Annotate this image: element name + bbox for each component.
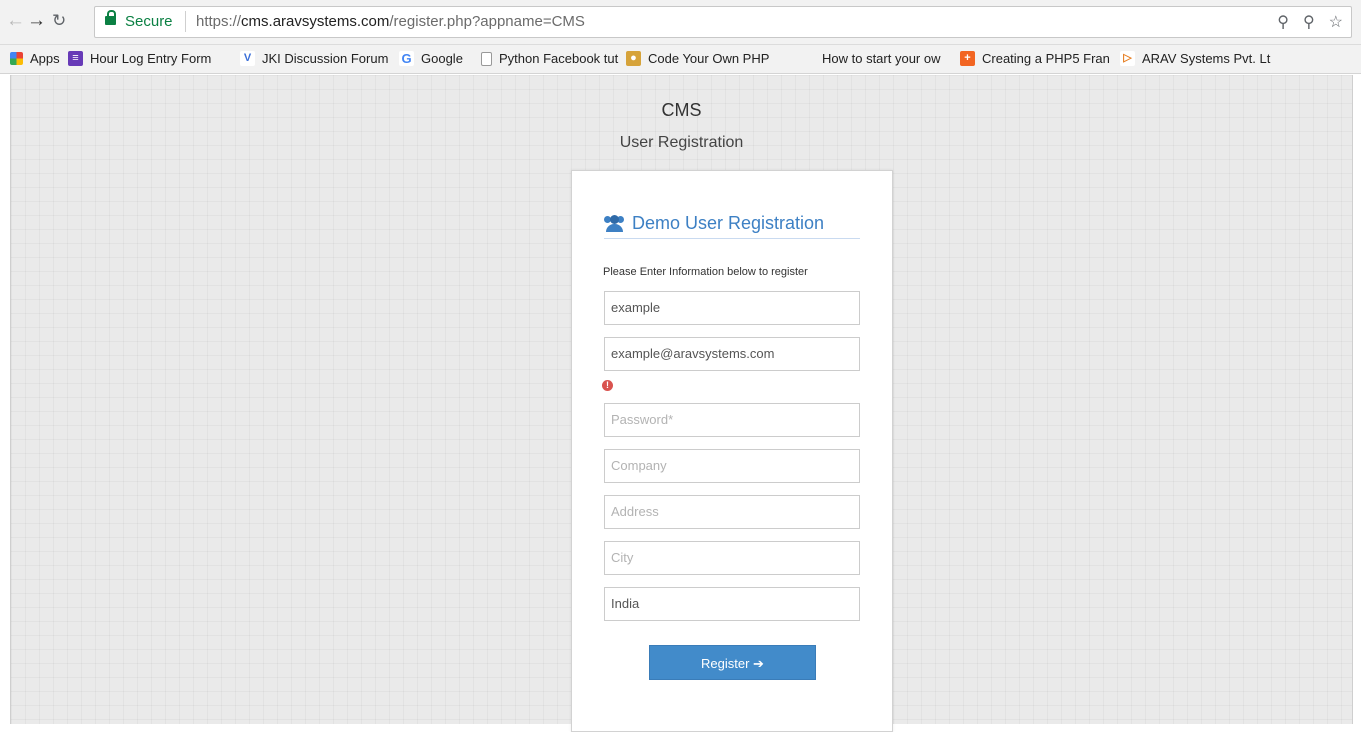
- arav-icon: ▷: [1120, 51, 1135, 66]
- star-icon[interactable]: ☆: [1329, 14, 1343, 31]
- browser-toolbar: ← → ↻ Secure https://cms.aravsystems.com…: [0, 0, 1361, 45]
- bookmark-label: Hour Log Entry Form: [90, 51, 212, 66]
- bookmark-label: JKI Discussion Forum: [262, 51, 389, 66]
- email-field[interactable]: example@aravsystems.com: [604, 337, 860, 371]
- register-button[interactable]: Register ➔: [649, 645, 816, 680]
- url-host: cms.aravsystems.com: [241, 13, 390, 30]
- bookmark-label: ARAV Systems Pvt. Lt: [1142, 51, 1271, 66]
- bookmark-start[interactable]: How to start your ow: [805, 51, 941, 66]
- orange-plus-icon: +: [960, 51, 975, 66]
- form-heading-text: Demo User Registration: [632, 212, 825, 233]
- reload-icon[interactable]: ↻: [52, 11, 66, 31]
- address-separator: [185, 11, 186, 32]
- bookmark-label: Apps: [30, 51, 60, 66]
- page-content: CMS User Registration Demo User Registra…: [10, 75, 1353, 732]
- php-icon: ●: [626, 51, 641, 66]
- address-field[interactable]: Address: [604, 495, 860, 529]
- app-title: CMS: [661, 100, 702, 120]
- username-field[interactable]: example: [604, 291, 860, 325]
- back-icon[interactable]: ←: [6, 11, 25, 31]
- form-heading: Demo User Registration: [604, 208, 860, 239]
- bookmark-label: Code Your Own PHP: [648, 51, 770, 66]
- company-field[interactable]: Company: [604, 449, 860, 483]
- url-scheme: https://: [196, 13, 242, 30]
- registration-card: Demo User Registration Please Enter Info…: [571, 170, 893, 732]
- bookmarks-bar: Apps ≡ Hour Log Entry Form V JKI Discuss…: [0, 45, 1361, 74]
- google-icon: G: [399, 51, 414, 66]
- zoom-icon[interactable]: ⚲: [1277, 14, 1289, 31]
- secure-label[interactable]: Secure: [125, 13, 173, 30]
- form-hint: Please Enter Information below to regist…: [603, 266, 808, 278]
- bookmark-label: Google: [421, 51, 463, 66]
- password-field[interactable]: Password*: [604, 403, 860, 437]
- bookmark-label: Creating a PHP5 Fran: [982, 51, 1110, 66]
- url-path: /register.php?appname=CMS: [389, 13, 585, 30]
- country-field[interactable]: India: [604, 587, 860, 621]
- bookmark-apps[interactable]: Apps: [10, 51, 60, 66]
- exclamation-circle-icon: !: [602, 380, 613, 391]
- bookmark-label: Python Facebook tut: [499, 51, 619, 66]
- bookmark-hour-log[interactable]: ≡ Hour Log Entry Form: [68, 51, 211, 66]
- apps-grid-icon: [10, 52, 23, 65]
- bookmark-php5[interactable]: + Creating a PHP5 Fran: [960, 51, 1110, 66]
- city-field[interactable]: City: [604, 541, 860, 575]
- form-icon: ≡: [68, 51, 83, 66]
- bookmark-php[interactable]: ● Code Your Own PHP: [626, 51, 769, 66]
- address-bar[interactable]: Secure https://cms.aravsystems.com/regis…: [94, 6, 1352, 38]
- users-icon: [604, 215, 626, 232]
- address-bar-actions: ⚲ ⚲ ☆: [1263, 12, 1343, 32]
- bookmark-jki[interactable]: V JKI Discussion Forum: [240, 51, 388, 66]
- bookmark-label: How to start your ow: [822, 51, 941, 66]
- lock-icon[interactable]: [105, 10, 116, 25]
- jki-icon: V: [240, 51, 255, 66]
- page-icon: [481, 51, 492, 66]
- bookmark-python[interactable]: Python Facebook tut: [481, 51, 618, 66]
- bookmark-arav[interactable]: ▷ ARAV Systems Pvt. Lt: [1120, 51, 1270, 66]
- blank-icon: [805, 51, 815, 66]
- page-subtitle: User Registration: [619, 134, 744, 151]
- key-icon[interactable]: ⚲: [1303, 14, 1315, 31]
- url-text[interactable]: https://cms.aravsystems.com/register.php…: [196, 13, 585, 30]
- forward-icon[interactable]: →: [27, 11, 46, 31]
- bookmark-google[interactable]: G Google: [399, 51, 463, 66]
